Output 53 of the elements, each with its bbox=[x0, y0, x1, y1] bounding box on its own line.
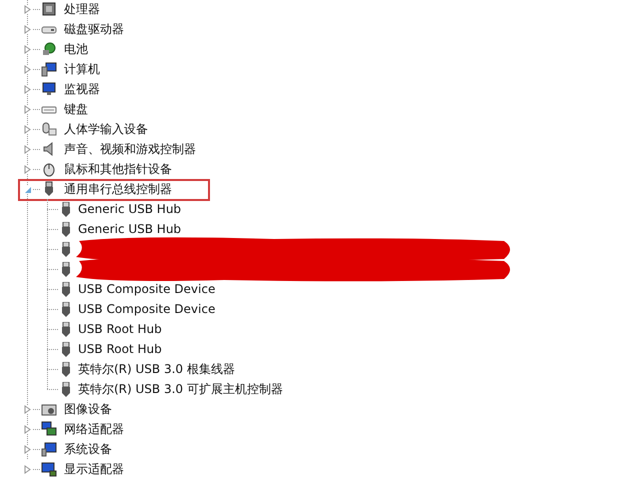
usb-plug-icon bbox=[60, 222, 72, 236]
usb-plug-icon bbox=[60, 282, 72, 296]
expand-arrow-icon[interactable] bbox=[23, 64, 32, 74]
expand-arrow-icon[interactable] bbox=[23, 124, 32, 134]
tree-item[interactable]: 网络适配器 bbox=[62, 420, 126, 438]
tree-item[interactable]: 磁盘驱动器 bbox=[62, 20, 126, 38]
expand-arrow-icon[interactable] bbox=[23, 104, 32, 114]
device-icon bbox=[41, 81, 57, 97]
expand-arrow-icon[interactable] bbox=[23, 424, 32, 434]
usb-plug-icon bbox=[60, 362, 72, 376]
usb-plug-icon bbox=[60, 202, 72, 216]
expand-arrow-icon[interactable] bbox=[23, 444, 32, 454]
expand-arrow-icon[interactable] bbox=[23, 144, 32, 154]
expand-arrow-icon[interactable] bbox=[23, 84, 32, 94]
tree-item[interactable]: Generic USB Hub bbox=[78, 222, 182, 236]
device-icon bbox=[41, 421, 57, 437]
usb-plug-icon bbox=[60, 242, 72, 256]
expand-arrow-icon[interactable] bbox=[23, 44, 32, 54]
collapse-arrow-icon[interactable] bbox=[23, 184, 32, 194]
usb-plug-icon bbox=[60, 322, 72, 336]
tree-item[interactable]: Generic USB Hub bbox=[78, 202, 182, 216]
tree-item[interactable]: USB Root Hub bbox=[78, 342, 162, 356]
tree-item[interactable]: 英特尔(R) USB 3.0 可扩展主机控制器 bbox=[78, 380, 283, 398]
tree-item[interactable]: USB Composite Device bbox=[78, 282, 216, 296]
tree-item[interactable]: 通用串行总线控制器 bbox=[62, 180, 174, 198]
tree-item[interactable]: 英特尔(R) USB 3.0 根集线器 bbox=[78, 360, 235, 378]
usb-plug-icon bbox=[60, 262, 72, 276]
device-icon bbox=[41, 161, 57, 177]
expand-arrow-icon[interactable] bbox=[23, 164, 32, 174]
tree-item[interactable]: 电池 bbox=[62, 40, 90, 58]
expand-arrow-icon[interactable] bbox=[23, 404, 32, 414]
tree-item[interactable]: 显示适配器 bbox=[62, 460, 126, 478]
expand-arrow-icon[interactable] bbox=[23, 24, 32, 34]
expand-arrow-icon[interactable] bbox=[23, 464, 32, 474]
tree-item[interactable]: 图像设备 bbox=[62, 400, 114, 418]
tree-item[interactable]: 计算机 bbox=[62, 60, 102, 78]
device-icon bbox=[41, 121, 57, 137]
tree-item[interactable]: USB Composite Device bbox=[78, 302, 216, 316]
usb-plug-icon bbox=[60, 342, 72, 356]
tree-item[interactable]: 鼠标和其他指针设备 bbox=[62, 160, 174, 178]
tree-item[interactable]: 处理器 bbox=[62, 0, 102, 18]
tree-item[interactable]: 人体学输入设备 bbox=[62, 120, 150, 138]
tree-item[interactable]: 系统设备 bbox=[62, 440, 114, 458]
expand-arrow-icon[interactable] bbox=[23, 4, 32, 14]
tree-item[interactable]: 监视器 bbox=[62, 80, 102, 98]
usb-plug-icon bbox=[60, 382, 72, 396]
tree-item[interactable]: USB Root Hub bbox=[78, 322, 162, 336]
device-icon bbox=[41, 461, 57, 477]
tree-item[interactable]: 声音、视频和游戏控制器 bbox=[62, 140, 198, 158]
tree-item[interactable]: 键盘 bbox=[62, 100, 90, 118]
device-icon bbox=[41, 1, 57, 17]
device-icon bbox=[41, 41, 57, 57]
usb-plug-icon bbox=[60, 302, 72, 316]
